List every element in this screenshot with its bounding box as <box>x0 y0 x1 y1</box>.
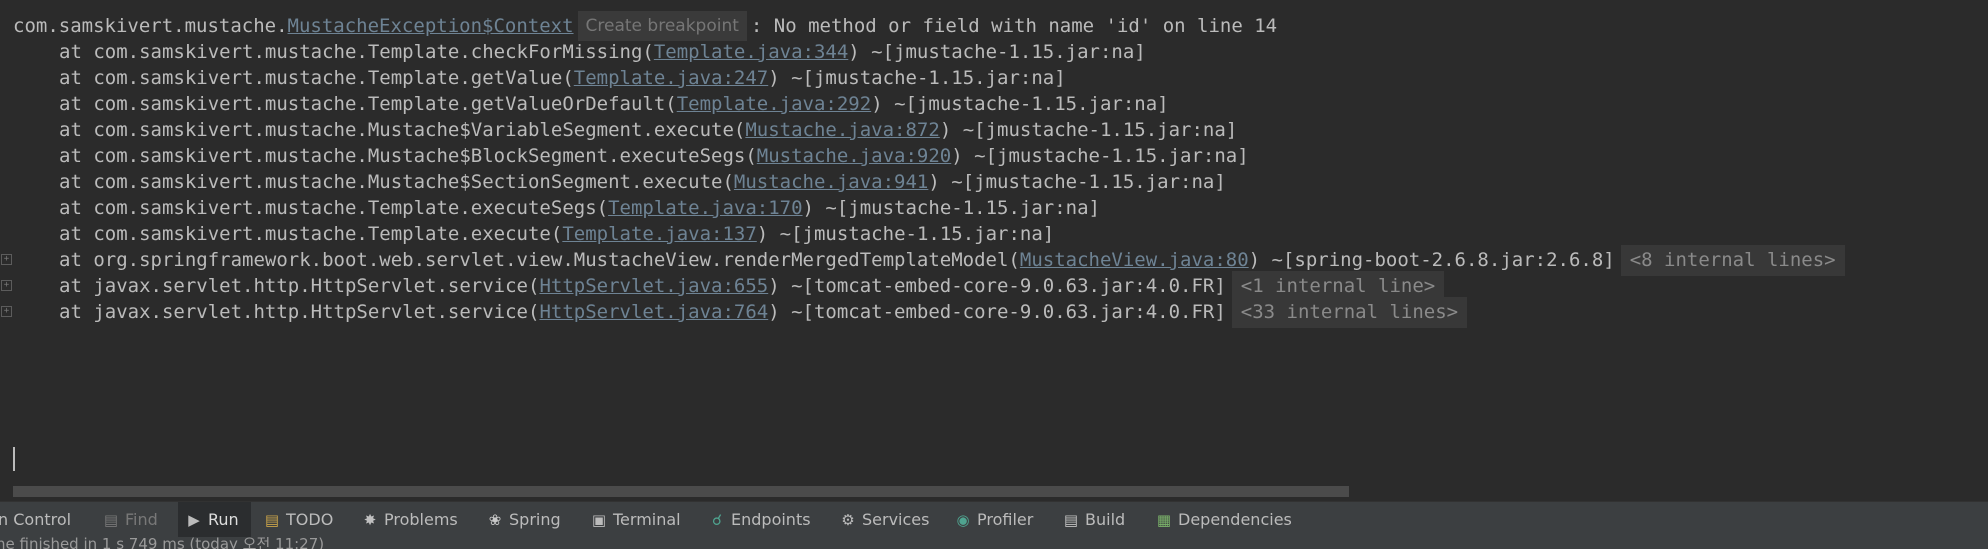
exception-prefix: com.samskivert.mustache. <box>13 15 288 37</box>
frame-source-link[interactable]: Mustache.java:941 <box>734 171 928 193</box>
tool-label: Dependencies <box>1178 510 1292 529</box>
console-output[interactable]: com.samskivert.mustache.MustacheExceptio… <box>0 0 1988 498</box>
frame-source-link[interactable]: Template.java:344 <box>654 41 848 63</box>
frame-source-link[interactable]: Template.java:247 <box>574 67 768 89</box>
frame-source-link[interactable]: MustacheView.java:80 <box>1020 249 1249 271</box>
text-caret <box>13 447 15 471</box>
tab-version-control[interactable]: n Control <box>0 502 71 538</box>
frame-source-link[interactable]: Mustache.java:920 <box>757 145 951 167</box>
exception-message: : No method or field with name 'id' on l… <box>750 15 1278 37</box>
tool-label: Spring <box>509 510 561 529</box>
find-icon: ▤ <box>103 511 119 529</box>
tool-label: Build <box>1085 510 1126 529</box>
status-bar: ne finished in 1 s 749 ms (today 오전 11:2… <box>0 537 1988 549</box>
tab-services[interactable]: ⚙ Services <box>840 502 929 538</box>
tab-build[interactable]: ▤ Build <box>1063 502 1125 538</box>
tab-spring[interactable]: ❀ Spring <box>487 502 561 538</box>
stack-frame: at javax.servlet.http.HttpServlet.servic… <box>59 296 1468 329</box>
build-icon: ▤ <box>1063 511 1079 529</box>
tab-endpoints[interactable]: ☌ Endpoints <box>709 502 811 538</box>
tool-label: Endpoints <box>731 510 811 529</box>
exception-class-link[interactable]: MustacheException$Context <box>288 15 574 37</box>
frame-source-link[interactable]: Mustache.java:872 <box>745 119 939 141</box>
tab-problems[interactable]: ✸ Problems <box>362 502 458 538</box>
problems-icon: ✸ <box>363 511 377 529</box>
expand-fold-icon[interactable]: + <box>1 254 12 265</box>
tool-label: Services <box>862 510 930 529</box>
expand-fold-icon[interactable]: + <box>1 280 12 291</box>
frame-source-link[interactable]: Template.java:292 <box>677 93 871 115</box>
spring-icon: ❀ <box>488 511 502 529</box>
horizontal-scrollbar[interactable] <box>13 486 1349 497</box>
tab-terminal[interactable]: ▣ Terminal <box>591 502 681 538</box>
tool-label: Profiler <box>977 510 1034 529</box>
status-text: ne finished in 1 s 749 ms (today 오전 11:2… <box>0 537 325 549</box>
terminal-icon: ▣ <box>591 511 607 529</box>
tool-label: Terminal <box>613 510 681 529</box>
tab-run[interactable]: ▶ Run <box>178 502 251 538</box>
services-icon: ⚙ <box>841 511 855 529</box>
frame-source-link[interactable]: HttpServlet.java:655 <box>539 275 768 297</box>
tab-dependencies[interactable]: ▦ Dependencies <box>1156 502 1292 538</box>
frame-source-link[interactable]: HttpServlet.java:764 <box>539 301 768 323</box>
tool-window-bar: n Control ▤ Find ▶ Run ▤ TODO ✸ Problems ❀ Sp… <box>0 501 1988 538</box>
tool-label: Find <box>125 510 158 529</box>
tab-find[interactable]: ▤ Find <box>97 502 164 538</box>
tool-label: TODO <box>286 510 334 529</box>
tab-profiler[interactable]: ◉ Profiler <box>955 502 1033 538</box>
internal-lines-fold[interactable]: <8 internal lines> <box>1620 245 1845 276</box>
tool-label: Run <box>208 510 239 529</box>
endpoints-icon: ☌ <box>711 511 723 529</box>
frame-source-link[interactable]: Template.java:137 <box>562 223 756 245</box>
tool-label: n Control <box>0 510 72 529</box>
tool-label: Problems <box>384 510 458 529</box>
tab-todo[interactable]: ▤ TODO <box>264 502 333 538</box>
todo-icon: ▤ <box>264 511 280 529</box>
profiler-icon: ◉ <box>956 511 970 529</box>
dependencies-icon: ▦ <box>1156 511 1172 529</box>
run-icon: ▶ <box>188 511 200 529</box>
internal-lines-fold[interactable]: <33 internal lines> <box>1231 297 1468 328</box>
expand-fold-icon[interactable]: + <box>1 306 12 317</box>
frame-source-link[interactable]: Template.java:170 <box>608 197 802 219</box>
